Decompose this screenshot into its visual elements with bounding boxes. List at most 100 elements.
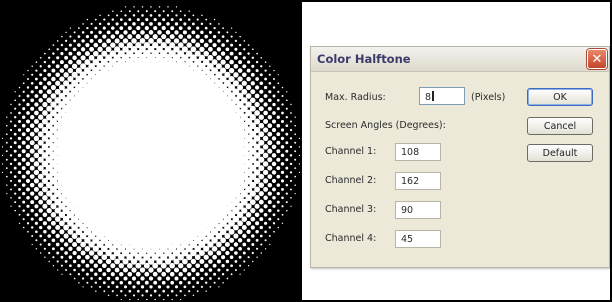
halftone-dot	[122, 258, 129, 265]
halftone-dot	[280, 153, 285, 158]
halftone-dot	[237, 68, 243, 73]
channel-1-input[interactable]: 108	[395, 143, 441, 161]
halftone-dot	[221, 35, 225, 38]
halftone-dot	[276, 157, 281, 162]
halftone-dot	[72, 259, 77, 264]
halftone-dot	[233, 63, 239, 69]
halftone-dot	[33, 186, 39, 192]
halftone-dot	[175, 294, 178, 297]
halftone-dot	[170, 280, 175, 285]
halftone-dot	[174, 22, 179, 26]
halftone-dot	[6, 192, 8, 195]
halftone-dot	[277, 209, 280, 212]
halftone-dot	[212, 254, 217, 260]
halftone-dot	[226, 277, 229, 280]
halftone-dot	[141, 6, 144, 8]
halftone-dot	[51, 247, 55, 251]
halftone-dot	[29, 165, 35, 171]
ok-button-label: OK	[553, 91, 567, 103]
halftone-dot	[33, 144, 40, 150]
halftone-dot	[217, 268, 221, 272]
halftone-dot	[98, 276, 102, 281]
halftone-dot	[38, 89, 43, 94]
halftone-dot	[14, 201, 17, 204]
halftone-dot	[260, 65, 263, 68]
halftone-dot	[161, 271, 167, 277]
halftone-dot	[173, 38, 180, 44]
halftone-dot	[110, 42, 116, 48]
halftone-dot	[132, 22, 136, 26]
halftone-dot	[260, 252, 263, 254]
halftone-dot	[195, 263, 201, 269]
cancel-button[interactable]: Cancel	[527, 117, 593, 135]
halftone-dot	[173, 267, 180, 273]
halftone-dot	[85, 43, 90, 48]
halftone-dot	[264, 69, 267, 72]
halftone-dot	[64, 47, 68, 51]
halftone-dot	[290, 103, 292, 106]
halftone-dot	[174, 30, 179, 35]
halftone-dot	[72, 55, 77, 61]
halftone-dot	[46, 97, 52, 104]
halftone-dot	[10, 120, 12, 123]
halftone-dot	[166, 294, 170, 297]
halftone-dot	[93, 254, 99, 260]
halftone-dot	[145, 10, 148, 13]
halftone-dot	[230, 35, 233, 38]
halftone-dot	[150, 6, 152, 8]
ok-button[interactable]: OK	[527, 88, 593, 106]
halftone-dot	[81, 39, 85, 43]
halftone-dot	[9, 162, 13, 166]
halftone-dot	[277, 82, 280, 85]
close-button[interactable]: ✕	[587, 49, 607, 69]
halftone-dot	[285, 149, 289, 153]
halftone-dot	[174, 276, 179, 281]
halftone-dot	[246, 238, 251, 243]
halftone-dot	[158, 14, 161, 17]
halftone-dot	[173, 258, 180, 265]
halftone-dot	[68, 246, 73, 251]
halftone-dot	[255, 60, 259, 64]
max-radius-input[interactable]: 8	[419, 87, 465, 105]
halftone-dot	[5, 150, 8, 153]
halftone-dot	[269, 65, 271, 68]
halftone-dot	[81, 277, 85, 280]
dialog-titlebar[interactable]: Color Halftone ✕	[311, 47, 609, 72]
halftone-dot	[254, 212, 260, 218]
halftone-dot	[76, 246, 82, 252]
halftone-dot	[50, 220, 56, 226]
halftone-dot	[221, 43, 225, 47]
default-button[interactable]: Default	[527, 144, 593, 162]
halftone-dot	[212, 43, 217, 48]
halftone-dot	[250, 81, 255, 86]
channel-3-input[interactable]: 90	[395, 201, 441, 219]
halftone-dot	[267, 106, 272, 111]
halftone-dot	[285, 183, 289, 187]
halftone-dot	[56, 40, 59, 42]
halftone-dot	[31, 65, 33, 68]
halftone-dot	[107, 14, 110, 17]
halftone-dot	[290, 188, 292, 191]
halftone-dot	[238, 52, 242, 56]
halftone-dot	[17, 145, 22, 149]
channel-4-input[interactable]: 45	[395, 230, 441, 248]
halftone-dot	[80, 241, 86, 248]
halftone-dot	[102, 272, 107, 277]
halftone-dot	[259, 73, 263, 77]
halftone-dot	[290, 205, 292, 207]
halftone-dot	[271, 136, 277, 141]
halftone-dot	[226, 268, 229, 272]
channel-2-input[interactable]: 162	[395, 172, 441, 190]
halftone-dot	[208, 268, 213, 272]
halftone-dot	[216, 241, 222, 248]
halftone-dot	[111, 18, 115, 21]
halftone-dot	[90, 30, 94, 34]
halftone-dot	[68, 59, 73, 65]
halftone-dot	[14, 192, 17, 195]
halftone-dot	[250, 216, 256, 222]
halftone-dot	[196, 26, 200, 30]
halftone-dot	[33, 169, 40, 176]
halftone-dot	[241, 216, 248, 222]
halftone-dot	[107, 285, 110, 289]
halftone-dot	[144, 34, 150, 40]
